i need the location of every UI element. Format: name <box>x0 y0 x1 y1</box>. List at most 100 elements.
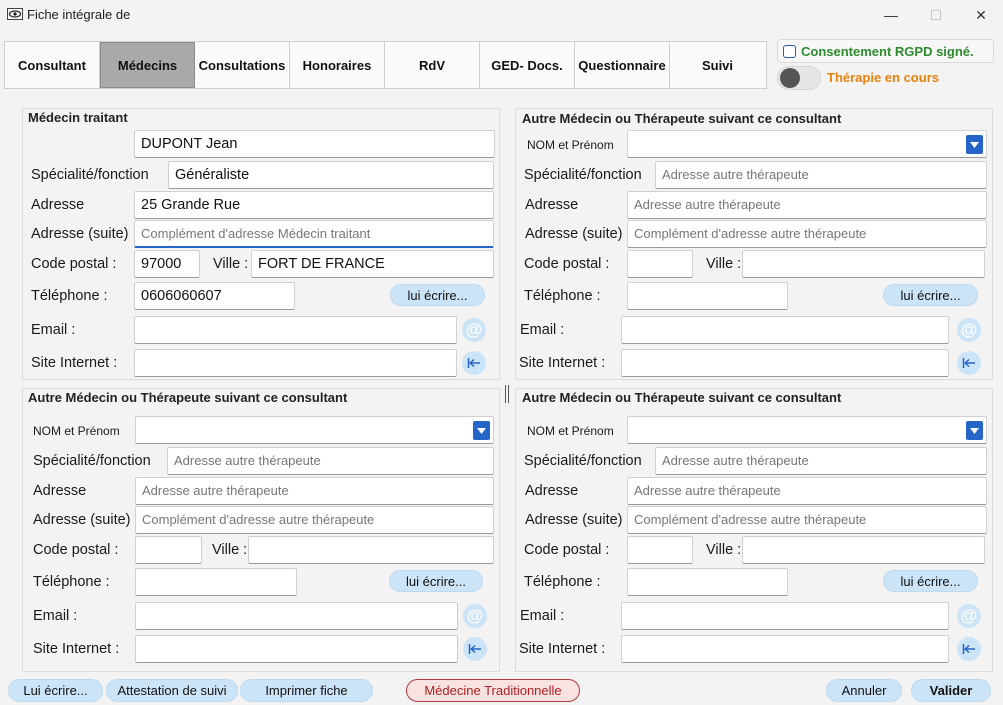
website-input-1[interactable] <box>621 349 949 377</box>
write-button-2[interactable]: lui écrire... <box>389 570 483 592</box>
address-input[interactable] <box>134 191 494 219</box>
chevron-down-icon[interactable] <box>966 421 983 440</box>
specialty-input-2[interactable] <box>167 447 494 475</box>
consent-label: Consentement RGPD signé. <box>801 44 974 59</box>
address2-input-3[interactable] <box>627 506 987 534</box>
traditional-medicine-button[interactable]: Médecine Traditionnelle <box>406 679 580 702</box>
tab-bar: Consultant Médecins Consultations Honora… <box>4 41 767 89</box>
write-button-3[interactable]: lui écrire... <box>883 570 978 592</box>
website-label-1: Site Internet : <box>519 355 606 371</box>
doctor-name-input[interactable] <box>134 130 495 158</box>
therapist-name-combo-2[interactable] <box>135 416 494 444</box>
therapist-name-combo-3[interactable] <box>627 416 987 444</box>
website-label-3: Site Internet : <box>519 641 606 657</box>
email-icon[interactable]: @ <box>463 604 487 628</box>
write-button-1[interactable]: lui écrire... <box>883 284 978 306</box>
website-input[interactable] <box>134 349 457 377</box>
tab-rdv[interactable]: RdV <box>385 42 480 88</box>
therapist-name-combo-1[interactable] <box>627 130 987 158</box>
phone-input-2[interactable] <box>135 568 297 596</box>
website-input-3[interactable] <box>621 635 949 663</box>
consent-checkbox-group[interactable]: Consentement RGPD signé. <box>777 39 994 63</box>
phone-input-1[interactable] <box>627 282 788 310</box>
name-label-2: NOM et Prénom <box>33 424 120 438</box>
email-icon[interactable]: @ <box>957 318 981 342</box>
city-input-1[interactable] <box>742 250 985 278</box>
address-input-1[interactable] <box>627 191 987 219</box>
email-icon[interactable]: @ <box>957 604 981 628</box>
minimize-button[interactable]: — <box>869 0 913 30</box>
email-input[interactable] <box>134 316 457 344</box>
specialty-input-1[interactable] <box>655 161 987 189</box>
address-input-3[interactable] <box>627 477 987 505</box>
address2-label-2: Adresse (suite) <box>33 512 131 528</box>
attestation-button[interactable]: Attestation de suivi <box>106 679 238 702</box>
city-label: Ville : <box>213 256 249 272</box>
email-input-2[interactable] <box>135 602 458 630</box>
specialty-label-1: Spécialité/fonction <box>524 167 642 183</box>
website-link-icon[interactable] <box>462 351 486 375</box>
chevron-down-icon[interactable] <box>473 421 490 440</box>
city-input[interactable] <box>251 250 494 278</box>
tab-ged-docs[interactable]: GED- Docs. <box>480 42 575 88</box>
consent-checkbox[interactable] <box>783 45 796 58</box>
specialty-label: Spécialité/fonction <box>31 167 149 183</box>
tab-consultant[interactable]: Consultant <box>5 42 100 88</box>
close-button[interactable]: ✕ <box>959 0 1003 30</box>
postcode-input-3[interactable] <box>627 536 693 564</box>
name-label-1: NOM et Prénom <box>527 138 614 152</box>
tab-suivi[interactable]: Suivi <box>670 42 765 88</box>
postcode-label-2: Code postal : <box>33 542 119 558</box>
city-input-2[interactable] <box>248 536 494 564</box>
postcode-input-2[interactable] <box>135 536 202 564</box>
chevron-down-icon[interactable] <box>966 135 983 154</box>
tab-consultations[interactable]: Consultations <box>195 42 290 88</box>
cancel-button[interactable]: Annuler <box>826 679 902 702</box>
maximize-button: ☐ <box>929 6 943 23</box>
validate-button[interactable]: Valider <box>911 679 991 702</box>
phone-label-3: Téléphone : <box>524 574 601 590</box>
postcode-label: Code postal : <box>31 256 117 272</box>
city-label-3: Ville : <box>706 542 742 558</box>
tab-honoraires[interactable]: Honoraires <box>290 42 385 88</box>
window-title: Fiche intégrale de <box>27 7 131 22</box>
email-label-2: Email : <box>33 608 78 624</box>
address2-input-2[interactable] <box>135 506 494 534</box>
tab-medecins[interactable]: Médecins <box>100 42 195 88</box>
website-link-icon[interactable] <box>957 637 981 661</box>
write-letter-button[interactable]: Lui écrire... <box>8 679 103 702</box>
email-input-1[interactable] <box>621 316 949 344</box>
email-label-1: Email : <box>520 322 565 338</box>
postcode-label-3: Code postal : <box>524 542 610 558</box>
phone-input-3[interactable] <box>627 568 788 596</box>
email-input-3[interactable] <box>621 602 949 630</box>
other-therapist-title-1: Autre Médecin ou Thérapeute suivant ce c… <box>522 111 842 126</box>
postcode-input-1[interactable] <box>627 250 693 278</box>
address2-label-3: Adresse (suite) <box>525 512 623 528</box>
website-link-icon[interactable] <box>463 637 487 661</box>
address-label-1: Adresse <box>525 197 579 213</box>
phone-label: Téléphone : <box>31 288 108 304</box>
website-link-icon[interactable] <box>957 351 981 375</box>
address-input-2[interactable] <box>135 477 494 505</box>
address2-label: Adresse (suite) <box>31 226 129 242</box>
tab-questionnaire[interactable]: Questionnaire <box>575 42 670 88</box>
write-button[interactable]: lui écrire... <box>390 284 485 306</box>
address2-input[interactable] <box>134 220 494 248</box>
panel-splitter[interactable] <box>505 385 509 403</box>
phone-input[interactable] <box>134 282 295 310</box>
other-therapist-title-2: Autre Médecin ou Thérapeute suivant ce c… <box>28 390 348 405</box>
address2-input-1[interactable] <box>627 220 987 248</box>
website-input-2[interactable] <box>135 635 458 663</box>
specialty-input[interactable] <box>168 161 494 189</box>
postcode-input[interactable] <box>134 250 200 278</box>
therapy-toggle[interactable] <box>777 66 821 90</box>
treating-doctor-title: Médecin traitant <box>28 110 128 125</box>
city-input-3[interactable] <box>742 536 985 564</box>
print-sheet-button[interactable]: Imprimer fiche <box>240 679 373 702</box>
therapy-toggle-group: Thérapie en cours <box>777 66 994 90</box>
email-label: Email : <box>31 322 76 338</box>
email-icon[interactable]: @ <box>462 318 486 342</box>
specialty-input-3[interactable] <box>655 447 987 475</box>
city-label-2: Ville : <box>212 542 248 558</box>
